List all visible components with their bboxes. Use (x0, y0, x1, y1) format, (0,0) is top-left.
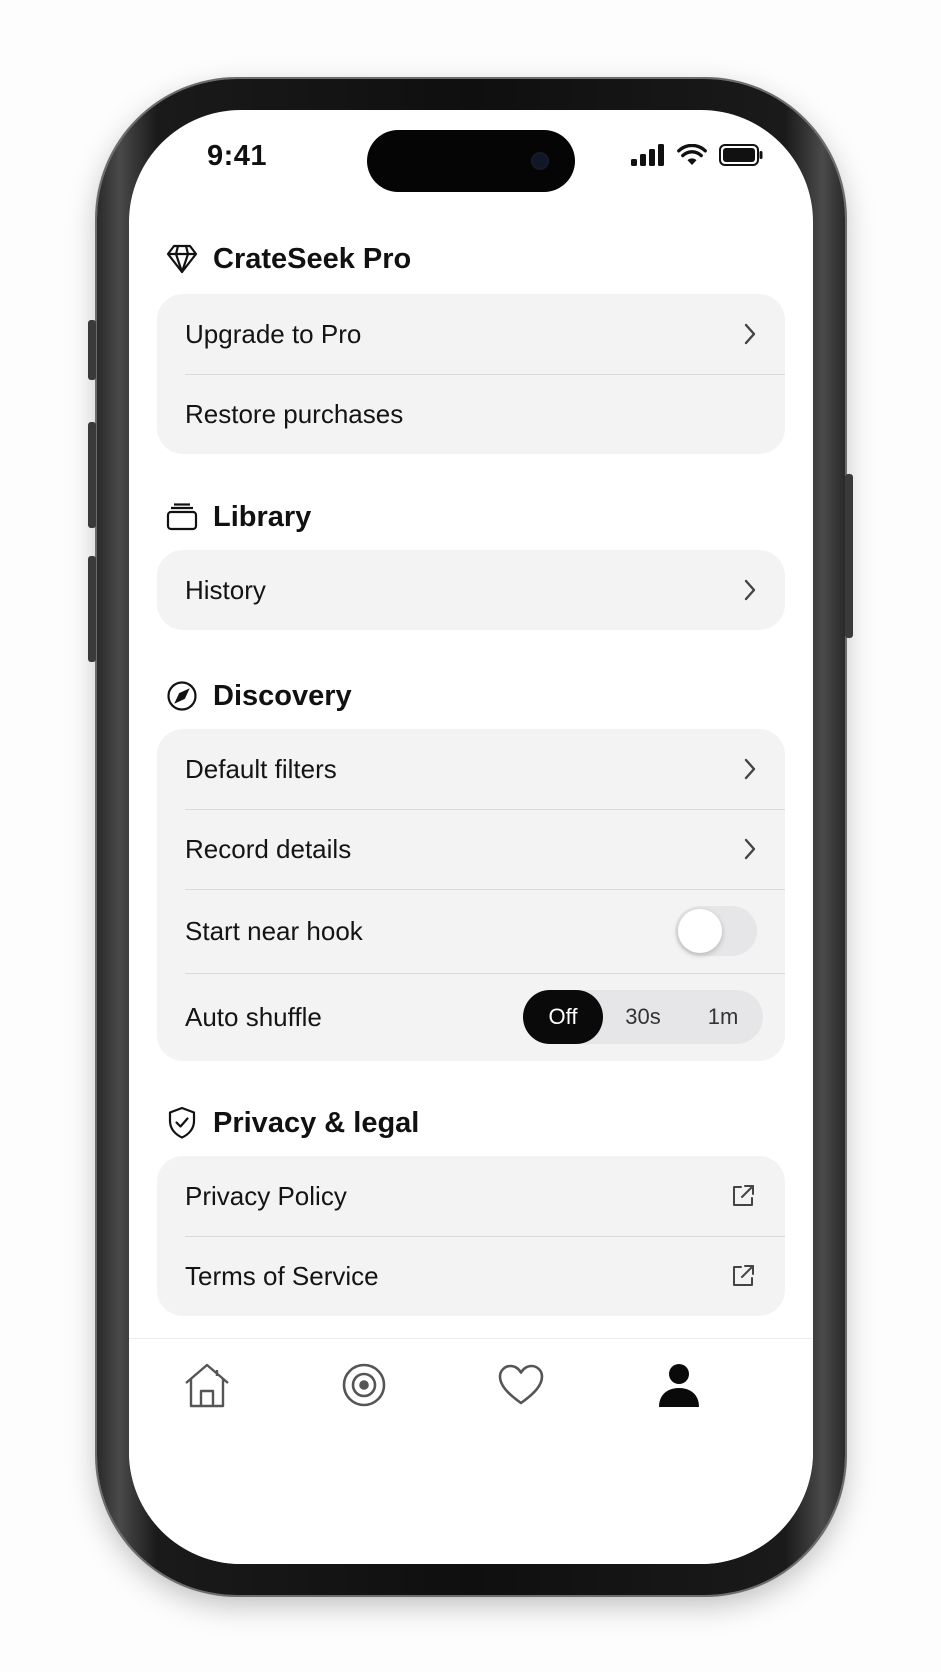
volume-down-button (88, 556, 96, 662)
start-near-hook-toggle[interactable] (675, 906, 757, 956)
card-library: History (157, 550, 785, 630)
row-label: Auto shuffle (185, 1001, 322, 1032)
tab-profile[interactable] (651, 1357, 707, 1413)
stack-icon (165, 500, 199, 534)
home-icon (185, 1363, 229, 1408)
section-title: Discovery (213, 679, 352, 712)
wifi-icon (677, 144, 707, 165)
heart-icon (498, 1364, 544, 1405)
shield-check-icon (165, 1106, 199, 1140)
tab-discover[interactable] (336, 1357, 392, 1413)
target-icon (342, 1363, 386, 1407)
signal-icon (631, 144, 664, 166)
status-time: 9:41 (207, 140, 268, 172)
chevron-right-icon (743, 757, 757, 781)
section-header-privacy: Privacy & legal (165, 1106, 419, 1140)
external-link-icon (729, 1262, 757, 1290)
chevron-right-icon (743, 322, 757, 346)
section-title: Privacy & legal (213, 1106, 420, 1139)
record-details-row[interactable]: Record details (157, 809, 785, 889)
auto-shuffle-row: Auto shuffle Off 30s 1m (157, 973, 785, 1061)
phone-screen: 9:41 CrateSeek Pro Upgrade to Pro Restor… (129, 110, 813, 1564)
camera-icon (531, 152, 549, 170)
row-label: Terms of Service (185, 1260, 379, 1291)
section-header-discovery: Discovery (165, 679, 352, 713)
power-button (845, 474, 853, 638)
row-label: Record details (185, 833, 352, 864)
row-label: Start near hook (185, 915, 363, 946)
status-icons (631, 144, 763, 166)
privacy-policy-row[interactable]: Privacy Policy (157, 1156, 785, 1236)
history-row[interactable]: History (157, 550, 785, 630)
section-title: CrateSeek Pro (213, 242, 412, 275)
toggle-knob (678, 909, 722, 953)
diamond-icon (165, 242, 199, 276)
battery-icon (719, 144, 763, 166)
row-label: Upgrade to Pro (185, 318, 362, 349)
tab-home[interactable] (179, 1357, 235, 1413)
auto-shuffle-segmented-control: Off 30s 1m (523, 990, 763, 1044)
restore-purchases-row[interactable]: Restore purchases (157, 374, 785, 454)
tab-favorites[interactable] (493, 1357, 549, 1413)
section-header-library: Library (165, 500, 311, 534)
row-label: Restore purchases (185, 398, 404, 429)
default-filters-row[interactable]: Default filters (157, 729, 785, 809)
compass-icon (165, 679, 199, 713)
card-discovery: Default filters Record details Start nea… (157, 729, 785, 1061)
card-privacy: Privacy Policy Terms of Service (157, 1156, 785, 1316)
section-header-pro: CrateSeek Pro (165, 242, 411, 276)
auto-shuffle-option-off[interactable]: Off (523, 990, 603, 1044)
auto-shuffle-option-1m[interactable]: 1m (683, 990, 763, 1044)
section-title: Library (213, 500, 312, 533)
upgrade-to-pro-row[interactable]: Upgrade to Pro (157, 294, 785, 374)
start-near-hook-row: Start near hook (157, 889, 785, 973)
chevron-right-icon (743, 578, 757, 602)
auto-shuffle-option-30s[interactable]: 30s (603, 990, 683, 1044)
chevron-right-icon (743, 837, 757, 861)
action-button (88, 320, 96, 380)
row-label: History (185, 574, 266, 605)
dynamic-island (367, 130, 575, 192)
terms-of-service-row[interactable]: Terms of Service (157, 1236, 785, 1316)
row-label: Privacy Policy (185, 1180, 347, 1211)
volume-up-button (88, 422, 96, 528)
card-pro: Upgrade to Pro Restore purchases (157, 294, 785, 454)
person-icon (659, 1364, 699, 1407)
row-label: Default filters (185, 753, 337, 784)
external-link-icon (729, 1182, 757, 1210)
tab-bar (129, 1338, 813, 1564)
